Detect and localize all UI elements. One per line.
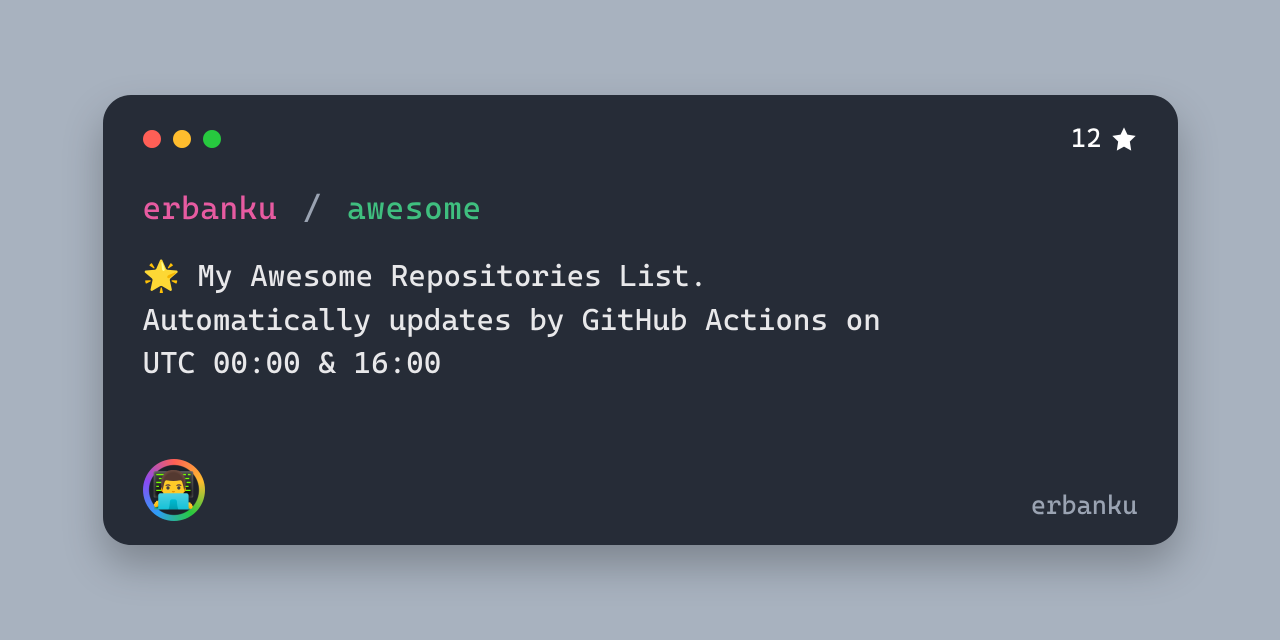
traffic-lights [143,130,221,148]
repo-name[interactable]: awesome [347,189,482,227]
topbar: 12 [143,127,1138,151]
repo-title: erbanku / awesome [143,189,1138,227]
zoom-icon[interactable] [203,130,221,148]
star-count-value: 12 [1071,124,1101,154]
avatar[interactable]: 👨‍💻 [143,459,205,521]
close-icon[interactable] [143,130,161,148]
title-separator: / [303,189,322,227]
star-icon [1110,125,1138,153]
username-label[interactable]: erbanku [1031,491,1138,521]
star-count: 12 [1071,124,1137,154]
avatar-emoji: 👨‍💻 [151,469,196,511]
minimize-icon[interactable] [173,130,191,148]
footer: 👨‍💻 erbanku [143,459,1138,521]
repo-card: 12 erbanku / awesome 🌟 My Awesome Reposi… [103,95,1178,545]
repo-owner[interactable]: erbanku [143,189,278,227]
repo-description: 🌟 My Awesome Repositories List. Automati… [143,255,1063,386]
